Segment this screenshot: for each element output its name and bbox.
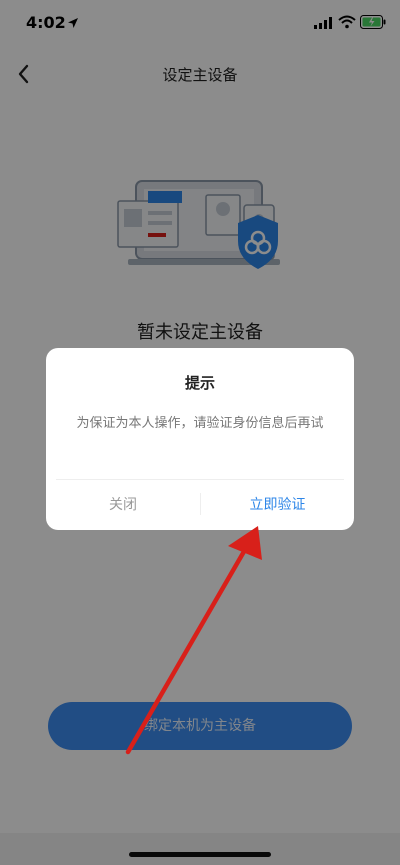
verify-dialog: 提示 为保证为本人操作，请验证身份信息后再试 关闭 立即验证	[46, 348, 354, 530]
dialog-title: 提示	[184, 374, 215, 392]
dialog-verify-button[interactable]: 立即验证	[201, 480, 354, 530]
dialog-close-button[interactable]: 关闭	[46, 480, 200, 530]
dialog-message: 为保证为本人操作，请验证身份信息后再试	[76, 416, 324, 431]
